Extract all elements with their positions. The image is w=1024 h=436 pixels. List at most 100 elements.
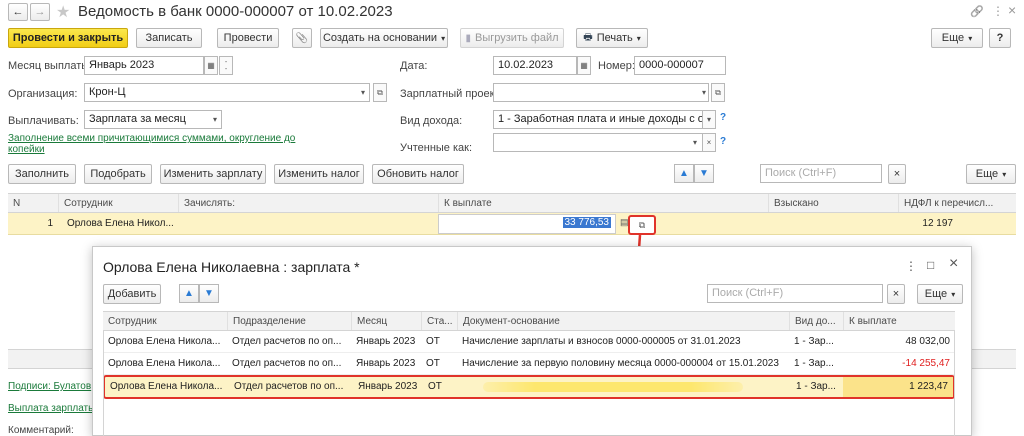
stepper-up-icon: - bbox=[224, 58, 228, 66]
search-input[interactable]: Поиск (Ctrl+F) bbox=[760, 164, 882, 183]
window-title: Ведомость в банк 0000-000007 от 10.02.20… bbox=[78, 3, 393, 20]
fill-all-link[interactable]: Заполнение всеми причитающимися суммами,… bbox=[8, 133, 295, 144]
pay-field[interactable]: Зарплата за месяц bbox=[84, 110, 222, 129]
popup-col-income-type[interactable]: Вид до... bbox=[789, 312, 843, 330]
back-button[interactable]: ← bbox=[8, 3, 28, 21]
popup-more-button[interactable]: Еще ▾ bbox=[917, 284, 963, 304]
counted-as-field[interactable] bbox=[493, 133, 715, 152]
help-icon[interactable]: ? bbox=[720, 112, 726, 123]
number-field[interactable]: 0000-000007 bbox=[634, 56, 726, 75]
popup-table-row-selected[interactable]: Орлова Елена Никола... Отдел расчетов по… bbox=[103, 375, 955, 399]
signatures-link[interactable]: Подписи: Булатов bbox=[8, 381, 91, 392]
salary-project-field[interactable] bbox=[493, 83, 709, 102]
organization-field[interactable]: Крон-Ц bbox=[84, 83, 370, 102]
open-icon[interactable]: ⧉ bbox=[373, 83, 387, 102]
popup-col-amount[interactable]: К выплате bbox=[843, 312, 955, 330]
amount-value[interactable]: 33 776,53 bbox=[562, 217, 611, 228]
month-field[interactable]: Январь 2023 bbox=[84, 56, 204, 75]
popup-col-status[interactable]: Ста... bbox=[421, 312, 457, 330]
clear-icon[interactable]: × bbox=[702, 133, 716, 152]
window-close-icon[interactable]: × bbox=[1008, 2, 1016, 18]
table-row[interactable]: 1 Орлова Елена Никол... 33 776,53 ▤ 12 1… bbox=[8, 213, 1016, 235]
col-amount[interactable]: К выплате bbox=[438, 194, 768, 212]
popup-table-row[interactable]: Орлова Елена Никола... Отдел расчетов по… bbox=[103, 331, 955, 353]
popup-close-icon[interactable]: × bbox=[949, 255, 958, 273]
chevron-down-icon: ▾ bbox=[951, 289, 956, 299]
col-collected[interactable]: Взыскано bbox=[768, 194, 898, 212]
calendar-icon[interactable]: ▦ bbox=[577, 56, 591, 75]
popup-col-employee[interactable]: Сотрудник bbox=[103, 312, 227, 330]
popup-row-month: Январь 2023 bbox=[358, 381, 418, 392]
fill-all-link-cont[interactable]: копейки bbox=[8, 144, 45, 155]
dropdown-icon[interactable]: ▾ bbox=[702, 110, 716, 129]
forward-button[interactable]: → bbox=[30, 3, 50, 21]
change-salary-button[interactable]: Изменить зарплату bbox=[160, 164, 266, 184]
payment-link[interactable]: Выплата зарплаты bbox=[8, 403, 95, 414]
popup-row-dept: Отдел расчетов по оп... bbox=[234, 381, 344, 392]
stepper-down-icon: - bbox=[224, 65, 228, 73]
date-field[interactable]: 10.02.2023 bbox=[493, 56, 577, 75]
change-tax-button[interactable]: Изменить налог bbox=[274, 164, 364, 184]
help-icon[interactable]: ? bbox=[720, 136, 726, 147]
income-type-field[interactable]: 1 - Заработная плата и иные доходы с огр… bbox=[493, 110, 713, 129]
more-label: Еще bbox=[941, 32, 965, 44]
dropdown-icon[interactable]: ▾ bbox=[208, 110, 222, 129]
more-button[interactable]: Еще ▾ bbox=[931, 28, 983, 48]
popup-clear-search-button[interactable]: × bbox=[887, 284, 905, 304]
dropdown-icon[interactable]: ▾ bbox=[688, 133, 702, 152]
calendar-icon[interactable]: ▦ bbox=[204, 56, 218, 75]
link-icon[interactable]: 🔗 bbox=[970, 5, 984, 18]
amount-edit-cell[interactable]: 33 776,53 bbox=[438, 214, 616, 234]
popup-row-document: Начисление зарплаты и взносов 0000-00000… bbox=[462, 336, 741, 347]
print-button[interactable]: 🖶 Печать ▾ bbox=[576, 28, 648, 48]
move-down-icon[interactable]: ▼ bbox=[694, 164, 714, 183]
popup-search-input[interactable]: Поиск (Ctrl+F) bbox=[707, 284, 883, 303]
pick-button[interactable]: Подобрать bbox=[84, 164, 152, 184]
table-more-button[interactable]: Еще ▾ bbox=[966, 164, 1016, 184]
popup-col-dept[interactable]: Подразделение bbox=[227, 312, 351, 330]
month-stepper[interactable]: -- bbox=[219, 56, 233, 75]
post-and-close-button[interactable]: Провести и закрыть bbox=[8, 28, 128, 48]
window-menu-icon[interactable]: ⋮ bbox=[992, 4, 1004, 18]
document-redaction bbox=[483, 382, 743, 392]
create-based-on-button[interactable]: Создать на основании ▾ bbox=[320, 28, 448, 48]
help-button[interactable]: ? bbox=[989, 28, 1011, 48]
popup-more-label: Еще bbox=[924, 288, 948, 300]
maximize-icon[interactable]: □ bbox=[927, 258, 934, 272]
popup-col-document[interactable]: Документ-основание bbox=[457, 312, 789, 330]
col-ndfl[interactable]: НДФЛ к перечисл... bbox=[898, 194, 1016, 212]
open-detail-button[interactable]: ⧉ bbox=[628, 215, 656, 235]
popup-row-amount: -14 255,47 bbox=[902, 358, 950, 369]
dropdown-icon[interactable]: ▾ bbox=[697, 83, 711, 102]
chevron-down-icon: ▾ bbox=[1002, 169, 1007, 179]
move-down-icon[interactable]: ▼ bbox=[199, 284, 219, 303]
dropdown-icon[interactable]: ▾ bbox=[356, 83, 370, 102]
unload-file-button[interactable]: ▮ Выгрузить файл bbox=[460, 28, 564, 48]
date-label: Дата: bbox=[400, 60, 428, 72]
move-up-icon[interactable]: ▲ bbox=[674, 164, 694, 183]
post-button[interactable]: Провести bbox=[217, 28, 279, 48]
salary-popup: Орлова Елена Николаевна : зарплата * ⋮ □… bbox=[92, 246, 972, 436]
col-n[interactable]: N bbox=[8, 194, 58, 212]
popup-table-row[interactable]: Орлова Елена Никола... Отдел расчетов по… bbox=[103, 353, 955, 375]
open-icon[interactable]: ⧉ bbox=[711, 83, 725, 102]
popup-table-border-right bbox=[954, 331, 955, 436]
col-credit[interactable]: Зачислять: bbox=[178, 194, 438, 212]
favorite-star-icon[interactable]: ★ bbox=[56, 2, 70, 22]
popup-row-employee: Орлова Елена Никола... bbox=[108, 358, 221, 369]
popup-row-income-type: 1 - Зар... bbox=[794, 358, 834, 369]
attach-button[interactable]: 📎 bbox=[292, 28, 312, 48]
col-employee[interactable]: Сотрудник bbox=[58, 194, 178, 212]
printer-icon: 🖶 bbox=[583, 31, 593, 43]
add-button[interactable]: Добавить bbox=[103, 284, 161, 304]
save-button[interactable]: Записать bbox=[136, 28, 202, 48]
popup-menu-icon[interactable]: ⋮ bbox=[905, 259, 917, 273]
fill-button[interactable]: Заполнить bbox=[8, 164, 76, 184]
pay-label: Выплачивать: bbox=[8, 115, 79, 127]
print-label: Печать bbox=[596, 32, 633, 44]
move-up-icon[interactable]: ▲ bbox=[179, 284, 199, 303]
clear-search-button[interactable]: × bbox=[888, 164, 906, 184]
popup-col-month[interactable]: Месяц bbox=[351, 312, 421, 330]
popup-row-status: ОТ bbox=[426, 336, 440, 347]
update-tax-button[interactable]: Обновить налог bbox=[372, 164, 464, 184]
